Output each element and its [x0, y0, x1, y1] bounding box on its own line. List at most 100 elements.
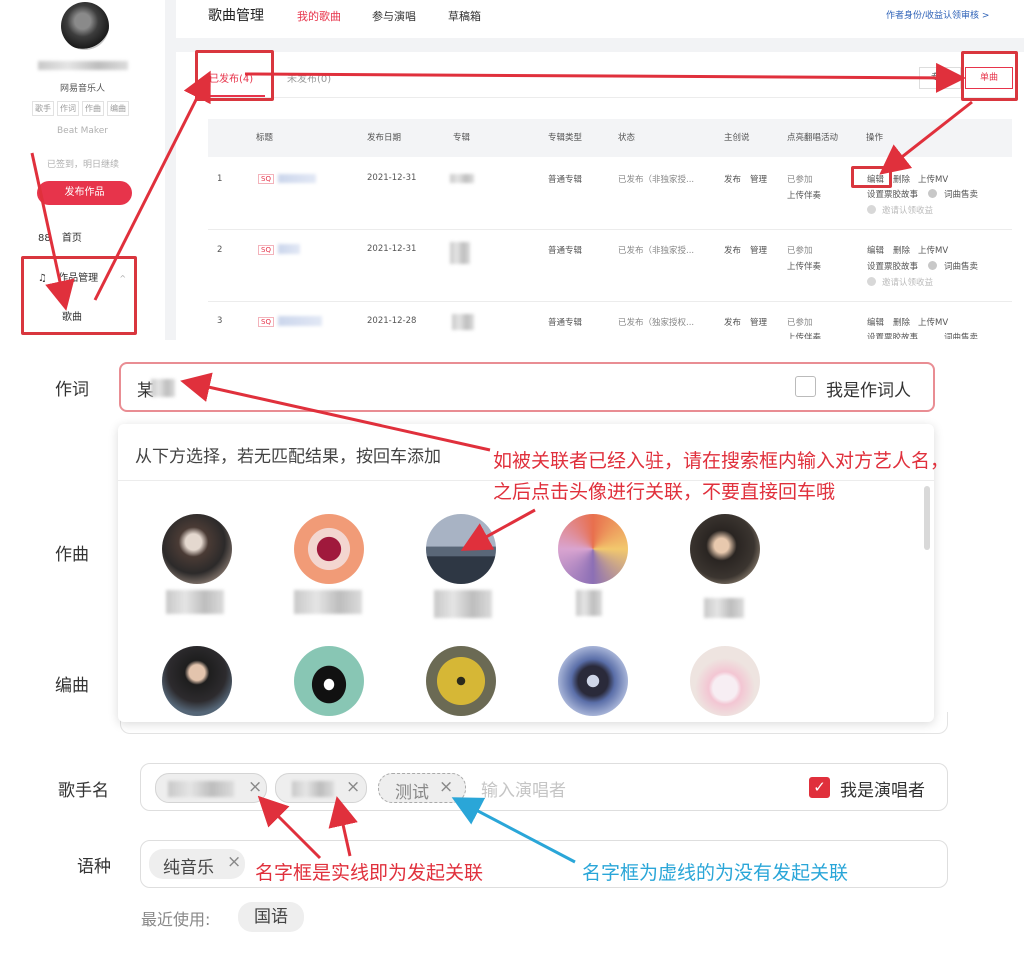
singer-self-label: 我是演唱者 — [840, 781, 925, 801]
artist-avatar[interactable] — [426, 646, 496, 716]
story-link[interactable]: 设置票胶故事 — [867, 188, 918, 200]
song-title-blurred[interactable] — [278, 174, 316, 183]
album-name-blurred[interactable] — [450, 242, 470, 264]
artist-avatar[interactable] — [690, 646, 760, 716]
col-date: 发布日期 — [367, 133, 402, 143]
singer-chip-linked[interactable]: × — [155, 773, 267, 803]
singer-input-placeholder: 输入演唱者 — [481, 781, 566, 801]
album-name-blurred[interactable] — [452, 314, 474, 330]
lyricist-name-blurred — [151, 379, 175, 397]
info-icon — [867, 277, 876, 286]
singer-name-blurred — [292, 781, 334, 797]
artist-avatar[interactable] — [558, 646, 628, 716]
artist-name-blurred — [576, 590, 602, 616]
lyricist-label: 作词 — [55, 380, 89, 400]
tab-participated[interactable]: 参与演唱 — [372, 8, 416, 24]
singer-chip-linked[interactable]: × — [275, 773, 367, 803]
publish-work-button[interactable]: 发布作品 — [37, 181, 132, 205]
sq-badge: SQ — [258, 317, 274, 327]
recent-language-chip[interactable]: 国语 — [238, 902, 304, 932]
delete-link[interactable]: 删除 — [893, 316, 910, 328]
red-note-line1: 如被关联者已经入驻，请在搜索框内输入对方艺人名， — [493, 450, 950, 472]
story-link[interactable]: 设置票胶故事 — [867, 331, 918, 339]
user-avatar[interactable] — [61, 2, 109, 50]
solid-chip-note: 名字框是实线即为发起关联 — [255, 862, 484, 884]
col-actions: 操作 — [866, 133, 884, 143]
tab-unpublished[interactable]: 未发布(0) — [287, 70, 331, 85]
role-label: 网易音乐人 — [59, 84, 105, 94]
close-icon[interactable]: × — [227, 852, 241, 872]
artist-avatar[interactable] — [162, 514, 232, 584]
top-bar: 歌曲管理 我的歌曲 参与演唱 草稿箱 作者身份/收益认领审核 > — [176, 0, 1024, 38]
artist-avatar[interactable] — [426, 514, 496, 584]
post-link[interactable]: 发布 — [724, 244, 741, 256]
artist-avatar[interactable] — [162, 646, 232, 716]
post-link[interactable]: 发布 — [724, 316, 741, 328]
delete-link[interactable]: 删除 — [893, 244, 910, 256]
artist-avatar[interactable] — [294, 646, 364, 716]
close-icon[interactable]: × — [439, 777, 453, 797]
singer-name-blurred — [168, 781, 234, 797]
artist-avatar[interactable] — [690, 514, 760, 584]
page-title: 歌曲管理 — [208, 8, 264, 24]
story-link[interactable]: 设置票胶故事 — [867, 260, 918, 272]
lyric-sale-link[interactable]: 词曲售卖 — [944, 260, 978, 272]
role-tag: 编曲 — [107, 101, 129, 116]
username-blurred — [38, 61, 128, 70]
col-cover-activity: 点亮翻唱活动 — [787, 133, 839, 143]
manage-link[interactable]: 管理 — [750, 316, 767, 328]
highlight-box-edit — [851, 166, 892, 188]
nav-home[interactable]: 88 首页 — [38, 229, 82, 244]
beat-maker-label: Beat Maker — [56, 126, 109, 136]
sq-badge: SQ — [258, 174, 274, 184]
lyric-sale-link[interactable]: 词曲售卖 — [944, 188, 978, 200]
sidebar: 网易音乐人 歌手 作词 作曲 编曲 Beat Maker 已签到，明日继续 发布… — [0, 0, 165, 340]
joined-text: 已参加 — [787, 246, 813, 256]
status-text: 已发布（非独家授... — [618, 246, 695, 256]
identity-review-link[interactable]: 作者身份/收益认领审核 > — [886, 8, 989, 21]
manage-link[interactable]: 管理 — [750, 173, 767, 185]
edit-link[interactable]: 编辑 — [867, 316, 884, 328]
close-icon[interactable]: × — [248, 777, 262, 797]
lyricist-input[interactable]: 某 我是作词人 — [119, 362, 935, 412]
post-link[interactable]: 发布 — [724, 173, 741, 185]
role-tags: 歌手 作词 作曲 编曲 — [32, 101, 129, 116]
highlight-box-single — [961, 51, 1018, 101]
tab-my-songs[interactable]: 我的歌曲 — [297, 8, 341, 24]
composer-label: 作曲 — [55, 545, 89, 565]
tab-drafts[interactable]: 草稿箱 — [448, 8, 481, 24]
song-title-blurred[interactable] — [278, 316, 322, 326]
joined-text: 已参加 — [787, 318, 813, 328]
lyric-sale-link[interactable]: 词曲售卖 — [944, 331, 978, 339]
highlight-box-published — [195, 50, 274, 101]
upload-mv-link[interactable]: 上传MV — [918, 316, 948, 328]
dropdown-hint: 从下方选择，若无匹配结果，按回车添加 — [135, 447, 441, 467]
language-chip[interactable]: 纯音乐 × — [149, 849, 245, 879]
album-button[interactable]: 专辑 — [919, 67, 961, 89]
arranger-label: 编曲 — [55, 676, 89, 696]
upload-accompaniment-link[interactable]: 上传伴奏 — [787, 331, 821, 339]
upload-accompaniment-link[interactable]: 上传伴奏 — [787, 189, 821, 201]
close-icon[interactable]: × — [346, 777, 360, 797]
upload-mv-link[interactable]: 上传MV — [918, 244, 948, 256]
release-date: 2021-12-31 — [367, 244, 417, 254]
delete-link[interactable]: 删除 — [893, 173, 910, 185]
singer-self-checkbox[interactable]: ✓ — [809, 777, 830, 798]
manage-link[interactable]: 管理 — [750, 244, 767, 256]
album-type: 普通专辑 — [548, 246, 583, 256]
row-index: 2 — [217, 245, 223, 255]
singer-chip-unlinked[interactable]: 测试 × — [378, 773, 466, 803]
album-name-blurred[interactable] — [450, 174, 474, 183]
row-index: 1 — [217, 174, 223, 184]
singer-input[interactable]: × × 测试 × 输入演唱者 ✓ 我是演唱者 — [140, 763, 948, 811]
lyricist-self-checkbox[interactable] — [795, 376, 816, 397]
status-text: 已发布（独家授权... — [618, 318, 695, 328]
edit-link[interactable]: 编辑 — [867, 244, 884, 256]
album-type: 普通专辑 — [548, 318, 583, 328]
upload-accompaniment-link[interactable]: 上传伴奏 — [787, 260, 821, 272]
song-title-blurred[interactable] — [278, 244, 300, 254]
artist-avatar[interactable] — [558, 514, 628, 584]
artist-avatar[interactable] — [294, 514, 364, 584]
upload-mv-link[interactable]: 上传MV — [918, 173, 948, 185]
language-chip-label: 纯音乐 — [163, 858, 214, 878]
